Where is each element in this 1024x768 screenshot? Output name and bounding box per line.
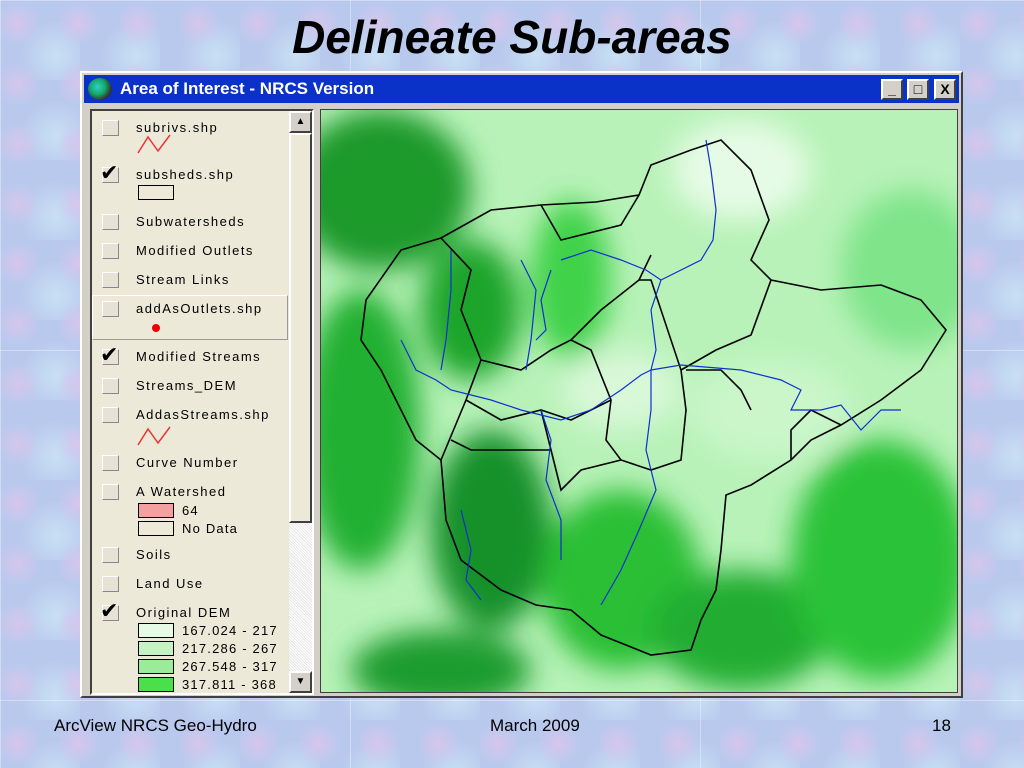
- awatershed-swatch-64: [138, 503, 174, 518]
- close-button[interactable]: X: [934, 79, 956, 100]
- dem-class-swatch: [138, 659, 174, 674]
- layer-row[interactable]: ✔ Modified Streams: [92, 342, 288, 368]
- layer-row[interactable]: Streams_DEM: [92, 375, 288, 397]
- scroll-down-button[interactable]: ▼: [289, 671, 312, 693]
- layer-visibility-checkbox[interactable]: [102, 484, 119, 500]
- minimize-button[interactable]: _: [881, 79, 903, 100]
- check-mark-icon: ✔: [100, 342, 119, 367]
- slide-title: Delineate Sub-areas: [292, 11, 732, 63]
- layer-label: Stream Links: [136, 272, 230, 287]
- layer-label: subsheds.shp: [136, 167, 235, 182]
- awatershed-class-label: No Data: [182, 521, 239, 536]
- layer-label: Soils: [136, 547, 172, 562]
- layer-row[interactable]: Stream Links: [92, 269, 288, 291]
- layer-row[interactable]: Soils: [92, 544, 288, 566]
- layer-row[interactable]: AddasStreams.shp: [92, 404, 288, 426]
- globe-app-icon: [88, 78, 112, 100]
- layer-row[interactable]: Curve Number: [92, 452, 288, 474]
- layer-label: Modified Outlets: [136, 243, 254, 258]
- layer-visibility-checkbox[interactable]: [102, 272, 119, 288]
- layer-label: Subwatersheds: [136, 214, 246, 229]
- selected-layer-highlight: [92, 295, 288, 340]
- layer-row[interactable]: subrivs.shp: [92, 117, 288, 139]
- table-of-contents: subrivs.shp ✔ subsheds.shp Subwatersheds Mod…: [90, 109, 314, 695]
- layer-label: Curve Number: [136, 455, 239, 470]
- layer-visibility-checkbox[interactable]: [102, 576, 119, 592]
- legend-scrollbar[interactable]: ▲ ▼: [289, 111, 312, 693]
- layer-row[interactable]: ✔ subsheds.shp: [92, 160, 288, 186]
- footer-date: March 2009: [490, 716, 580, 735]
- layer-visibility-checkbox[interactable]: [102, 243, 119, 259]
- scroll-thumb[interactable]: [289, 133, 312, 523]
- layer-label: A Watershed: [136, 484, 227, 499]
- layer-label: Streams_DEM: [136, 378, 238, 393]
- maximize-button[interactable]: □: [907, 79, 929, 100]
- layer-row[interactable]: Subwatersheds: [92, 211, 288, 233]
- footer-left: ArcView NRCS Geo-Hydro: [54, 716, 257, 735]
- layer-visibility-checkbox[interactable]: [102, 407, 119, 423]
- layer-visibility-checkbox[interactable]: [102, 214, 119, 230]
- dem-class-label: 317.811 - 368: [182, 677, 277, 692]
- map-view[interactable]: [320, 109, 958, 693]
- dem-class-swatch: [138, 641, 174, 656]
- dem-class-label: 217.286 - 267: [182, 641, 278, 656]
- layer-visibility-checkbox[interactable]: [102, 547, 119, 563]
- area-of-interest-window: Area of Interest - NRCS Version _ □ X su…: [80, 71, 963, 698]
- layer-row[interactable]: Land Use: [92, 573, 288, 595]
- layer-label: Original DEM: [136, 605, 232, 620]
- dem-map: [321, 110, 957, 692]
- point-symbol-icon: [152, 324, 160, 332]
- layer-label: AddasStreams.shp: [136, 407, 270, 422]
- layer-label: Land Use: [136, 576, 204, 591]
- layer-visibility-checkbox[interactable]: [102, 120, 119, 136]
- awatershed-swatch-nodata: [138, 521, 174, 536]
- title-bar[interactable]: Area of Interest - NRCS Version _ □ X: [84, 75, 959, 103]
- polygon-symbol: [138, 185, 174, 200]
- layer-row[interactable]: ✔ Original DEM: [92, 598, 288, 624]
- layer-row[interactable]: Modified Outlets: [92, 240, 288, 262]
- layer-label: Modified Streams: [136, 349, 262, 364]
- layer-visibility-checkbox[interactable]: [102, 378, 119, 394]
- dem-class-swatch: [138, 623, 174, 638]
- dem-class-label: 167.024 - 217: [182, 623, 278, 638]
- check-mark-icon: ✔: [100, 598, 119, 623]
- scroll-up-button[interactable]: ▲: [289, 111, 312, 133]
- awatershed-class-label: 64: [182, 503, 199, 518]
- dem-class-label: 267.548 - 317: [182, 659, 278, 674]
- check-mark-icon: ✔: [100, 160, 119, 185]
- layer-row[interactable]: A Watershed: [92, 481, 288, 503]
- window-title: Area of Interest - NRCS Version: [120, 79, 375, 98]
- line-symbol-icon: [137, 134, 171, 154]
- line-symbol-icon: [137, 426, 171, 446]
- slide-number: 18: [932, 716, 951, 735]
- layer-visibility-checkbox[interactable]: [102, 455, 119, 471]
- dem-class-swatch: [138, 677, 174, 692]
